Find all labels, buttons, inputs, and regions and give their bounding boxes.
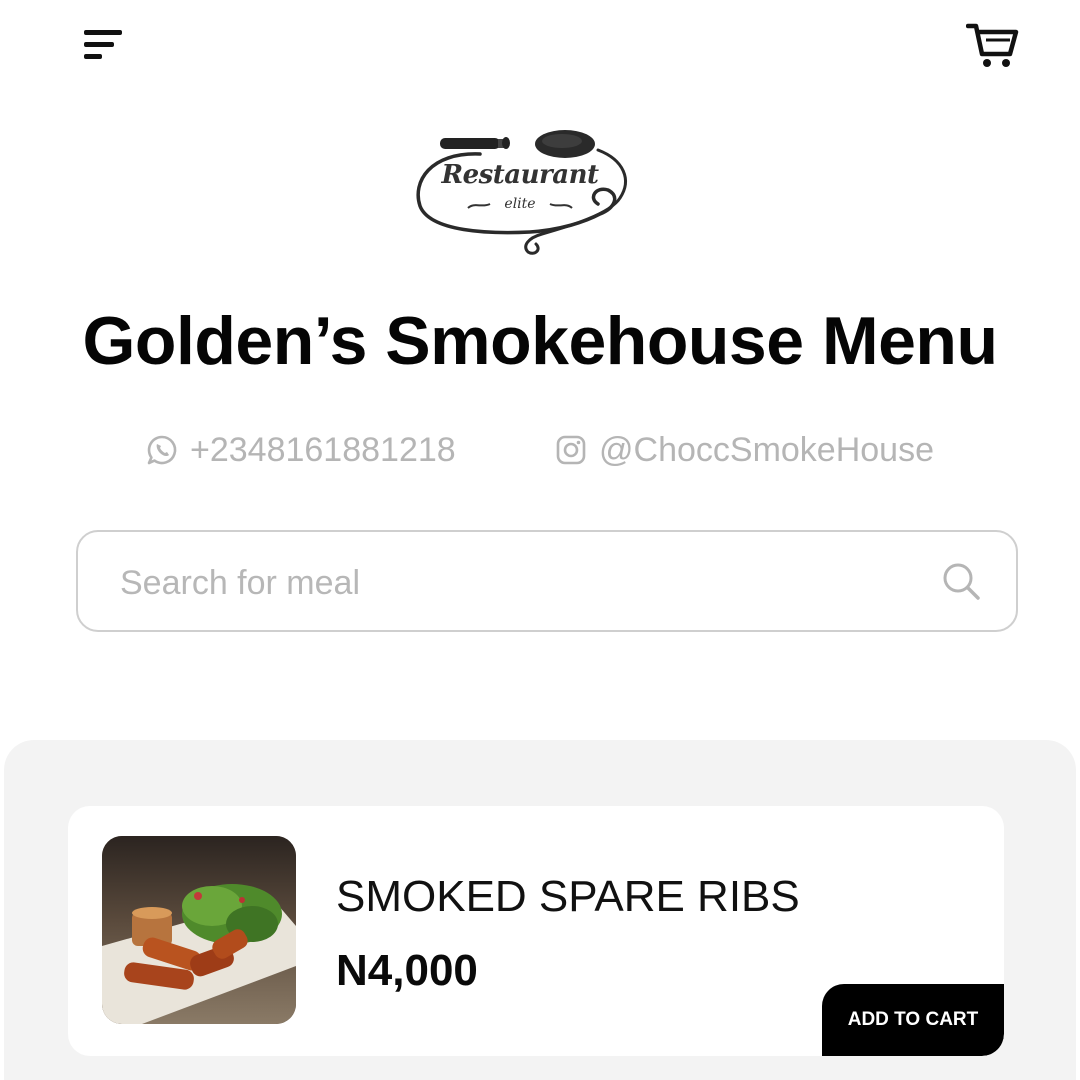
menu-page: Restaurant elite Golden’s Smokehouse Men… (0, 0, 1080, 1080)
page-title: Golden’s Smokehouse Menu (82, 303, 998, 379)
menu-item-name: SMOKED SPARE RIBS (336, 872, 800, 921)
search-icon[interactable] (940, 560, 984, 604)
top-bar (0, 0, 1080, 90)
logo-wordmark: Restaurant (441, 160, 599, 190)
instagram-contact[interactable]: @ChoccSmokeHouse (555, 430, 934, 470)
instagram-handle: @ChoccSmokeHouse (599, 430, 934, 469)
search-box (76, 530, 1018, 632)
add-to-cart-button[interactable]: ADD TO CART (822, 984, 1004, 1056)
phone-number: +2348161881218 (190, 430, 456, 469)
menu-item-card[interactable]: SMOKED SPARE RIBS N4,000 ADD TO CART (68, 806, 1004, 1056)
logo-subtitle: elite (504, 196, 536, 212)
menu-item-price: N4,000 (336, 946, 478, 995)
shopping-cart-icon[interactable] (965, 20, 1020, 70)
menu-item-image (102, 836, 296, 1024)
phone-contact[interactable]: +2348161881218 (146, 430, 456, 470)
restaurant-logo (410, 122, 636, 260)
search-input[interactable] (118, 552, 902, 614)
hamburger-menu-icon[interactable] (80, 22, 130, 66)
instagram-icon (556, 435, 586, 465)
whatsapp-icon (147, 435, 177, 465)
